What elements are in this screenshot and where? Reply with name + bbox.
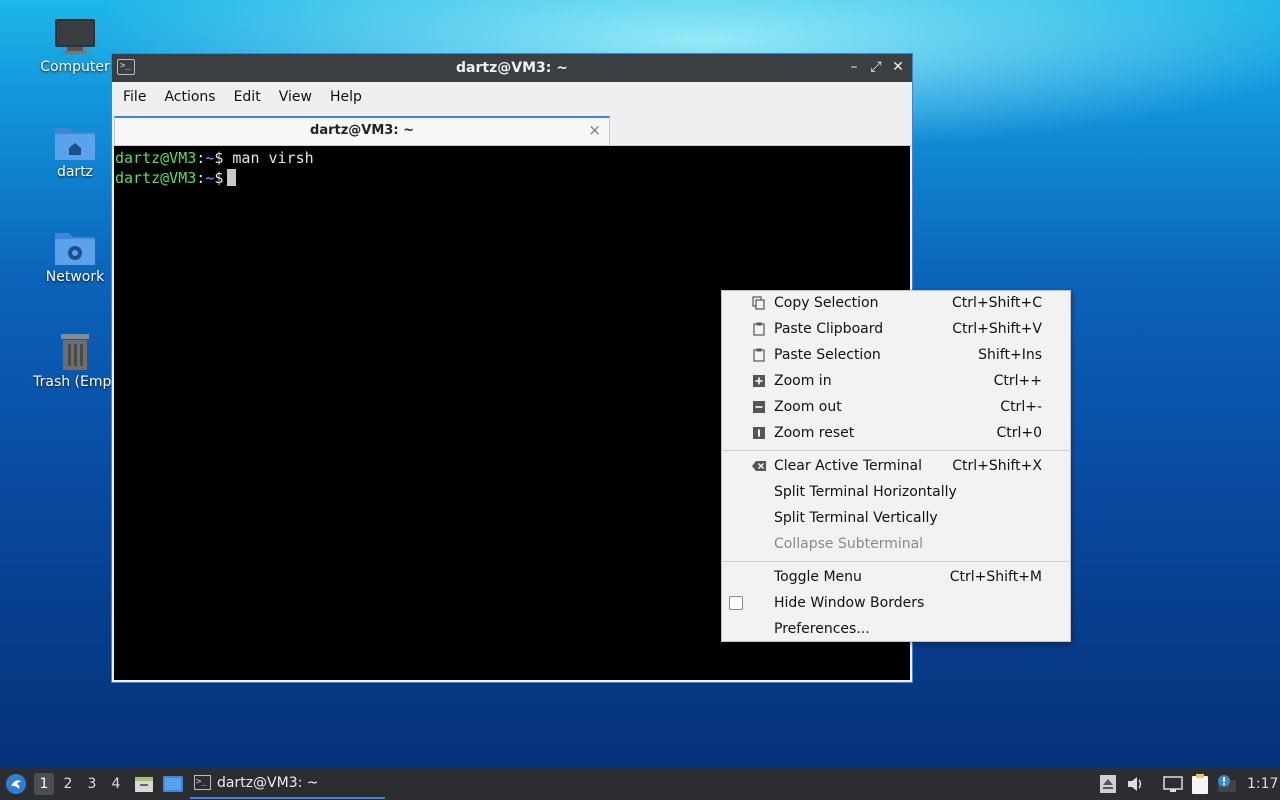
window-titlebar[interactable]: >_ dartz@VM3: ~ – ⤢ ✕: [112, 54, 912, 82]
network-icon[interactable]: [1163, 775, 1183, 793]
notification-icon[interactable]: [1216, 774, 1238, 794]
taskbar: 1 2 3 4 >_ dartz@VM3: ~ 1:17: [0, 768, 1280, 800]
paste-icon: [753, 322, 765, 336]
eject-icon[interactable]: [1100, 775, 1116, 793]
home-folder-icon: [55, 128, 95, 160]
window-title: dartz@VM3: ~: [456, 60, 568, 76]
menu-item-zoom-reset[interactable]: Zoom reset Ctrl+0: [722, 421, 1070, 447]
menu-file[interactable]: File: [114, 89, 155, 105]
terminal-line: dartz@VM3:~$: [115, 168, 910, 188]
clipboard-icon[interactable]: [1190, 773, 1210, 795]
terminal-line: dartz@VM3:~$ man virsh: [115, 149, 314, 167]
menu-bar: File Actions Edit View Help: [112, 82, 912, 112]
workspace-3[interactable]: 3: [82, 773, 102, 795]
menu-item-collapse-subterminal: Collapse Subterminal: [774, 536, 924, 552]
computer-icon: [55, 19, 95, 54]
menu-separator: [722, 450, 1070, 451]
copy-icon: [752, 296, 765, 310]
network-folder-icon: [55, 233, 95, 265]
menu-item-split-vertically[interactable]: Split Terminal Vertically: [722, 506, 1070, 532]
menu-item-toggle-menu[interactable]: Toggle Menu Ctrl+Shift+M: [722, 565, 1070, 591]
hide-borders-checkbox[interactable]: [729, 596, 743, 610]
clock[interactable]: 1:17: [1247, 768, 1278, 800]
menu-item-clear-active-terminal[interactable]: Clear Active Terminal Ctrl+Shift+X: [722, 454, 1070, 480]
tab-label: dartz@VM3: ~: [310, 123, 414, 138]
tab-bar: dartz@VM3: ~ ×: [112, 112, 912, 146]
terminal-icon: >_: [194, 775, 211, 790]
menu-help[interactable]: Help: [321, 89, 371, 105]
menu-item-paste-selection[interactable]: Paste Selection Shift+Ins: [722, 343, 1070, 369]
prompt-user: dartz@VM3: [115, 149, 197, 167]
menu-item-paste-clipboard[interactable]: Paste Clipboard Ctrl+Shift+V: [722, 317, 1070, 343]
clear-icon: [752, 461, 766, 471]
workspace-4[interactable]: 4: [106, 773, 126, 795]
prompt-path: ~: [205, 149, 215, 167]
zoom-in-icon: [753, 375, 765, 387]
minimize-button[interactable]: –: [846, 58, 862, 76]
menu-separator: [722, 561, 1070, 562]
taskbar-task-terminal[interactable]: >_ dartz@VM3: ~: [190, 770, 385, 799]
task-label: dartz@VM3: ~: [217, 775, 319, 791]
prompt-path: ~: [205, 169, 215, 187]
trash-icon: [61, 334, 89, 370]
tab-close-icon[interactable]: ×: [588, 121, 601, 139]
close-button[interactable]: ✕: [890, 58, 906, 76]
maximize-button[interactable]: ⤢: [868, 58, 884, 76]
context-menu: Copy Selection Ctrl+Shift+C Paste Clipbo…: [721, 290, 1071, 642]
menu-actions[interactable]: Actions: [155, 89, 224, 105]
menu-item-copy-selection[interactable]: Copy Selection Ctrl+Shift+C: [722, 291, 1070, 317]
text-cursor: [227, 169, 237, 186]
menu-item-zoom-out[interactable]: Zoom out Ctrl+-: [722, 395, 1070, 421]
zoom-out-icon: [753, 401, 765, 413]
workspace-1[interactable]: 1: [34, 773, 54, 795]
file-manager-icon[interactable]: [134, 774, 154, 794]
show-desktop-icon[interactable]: [162, 774, 184, 794]
paste-icon: [753, 348, 765, 362]
volume-icon[interactable]: [1127, 776, 1145, 792]
menu-item-hide-window-borders[interactable]: Hide Window Borders: [722, 591, 1070, 617]
prompt-user: dartz@VM3: [115, 169, 197, 187]
workspace-2[interactable]: 2: [58, 773, 78, 795]
menu-item-preferences[interactable]: Preferences...: [722, 617, 1070, 643]
menu-view[interactable]: View: [270, 89, 321, 105]
app-menu-icon[interactable]: [5, 773, 27, 795]
tab-terminal[interactable]: dartz@VM3: ~ ×: [114, 116, 610, 145]
menu-item-zoom-in[interactable]: Zoom in Ctrl++: [722, 369, 1070, 395]
zoom-reset-icon: [753, 427, 765, 439]
command-text: man virsh: [232, 149, 314, 167]
menu-edit[interactable]: Edit: [225, 89, 270, 105]
menu-item-split-horizontally[interactable]: Split Terminal Horizontally: [722, 480, 1070, 506]
